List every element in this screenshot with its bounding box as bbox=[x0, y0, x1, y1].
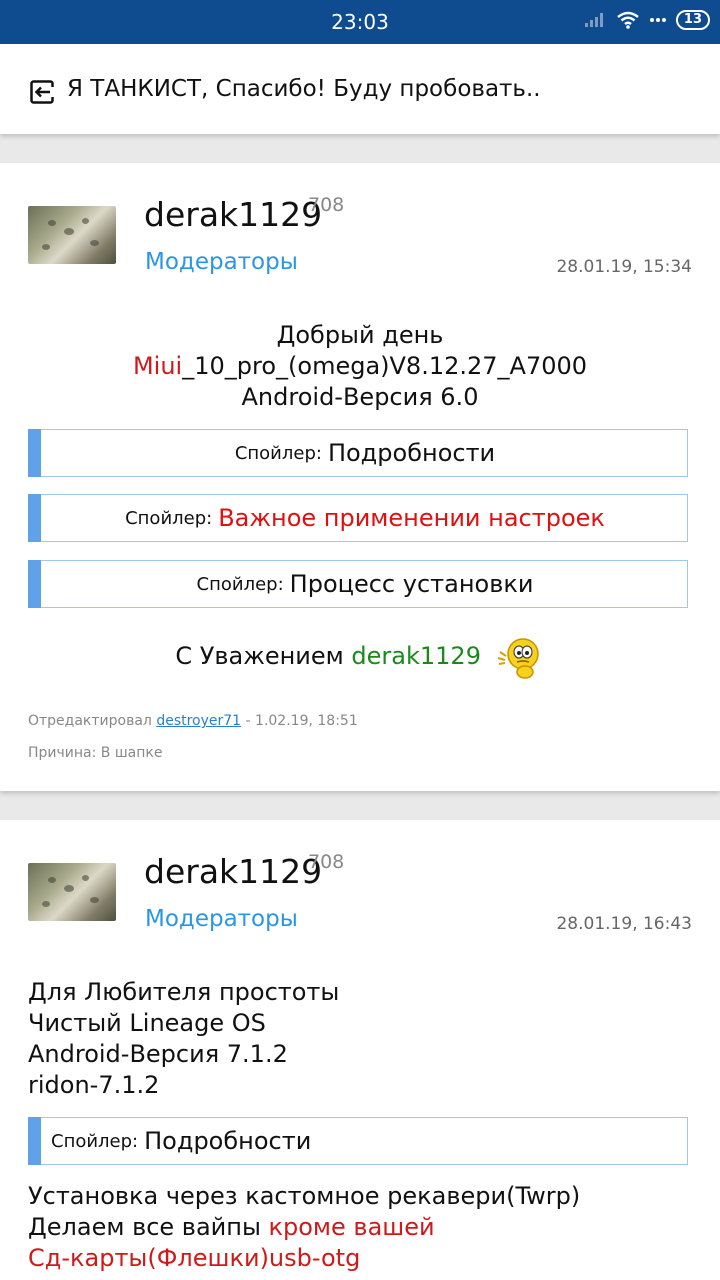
username[interactable]: derak1129 bbox=[144, 852, 322, 891]
greeting-line: Добрый день bbox=[276, 321, 444, 349]
edited-date: - 1.02.19, 18:51 bbox=[241, 713, 358, 729]
edited-note: Отредактировал destroyer71 - 1.02.19, 18… bbox=[28, 713, 358, 729]
post-body: Добрый день Miui_10_pro_(omega)V8.12.27_… bbox=[0, 320, 720, 413]
signature-line: С Уважением derak1129 bbox=[0, 634, 720, 680]
regards-name: derak1129 bbox=[351, 642, 481, 670]
spoiler-prefix: Спойлер: bbox=[234, 442, 322, 464]
spoiler-prefix: Спойлер: bbox=[125, 507, 213, 529]
status-icons: 13 bbox=[584, 10, 710, 30]
wipe-line: Делаем все вайпы кроме вашей bbox=[28, 1212, 580, 1243]
spoiler-title: Важное применении настроек bbox=[218, 504, 605, 532]
spoiler-title: Подробности bbox=[327, 439, 496, 467]
user-group: Модераторы bbox=[145, 906, 298, 932]
exit-icon[interactable] bbox=[30, 80, 56, 104]
firmware-brand: Miui bbox=[132, 352, 183, 380]
username[interactable]: derak1129 bbox=[144, 195, 322, 234]
editor-link[interactable]: destroyer71 bbox=[156, 713, 241, 729]
signal-icon bbox=[584, 13, 603, 27]
battery-indicator: 13 bbox=[675, 10, 710, 30]
status-bar: 23:03 13 bbox=[0, 0, 720, 44]
quote-bar[interactable]: Я ТАНКИСТ, Спасибо! Буду пробовать.. bbox=[0, 44, 720, 134]
avatar[interactable] bbox=[28, 206, 116, 264]
quote-text: Я ТАНКИСТ, Спасибо! Буду пробовать.. bbox=[67, 76, 541, 102]
more-dots-icon bbox=[649, 18, 666, 22]
regards-text: С Уважением bbox=[175, 642, 344, 670]
install-instructions: Установка через кастомное рекавери(Twrp)… bbox=[28, 1181, 580, 1274]
post-card: derak1129 708 Модераторы 28.01.19, 16:43… bbox=[0, 820, 720, 1280]
android-version-line: Android-Версия 6.0 bbox=[241, 383, 479, 411]
wifi-icon bbox=[617, 11, 639, 29]
reputation: 708 bbox=[308, 194, 345, 216]
spoiler-details[interactable]: Спойлер: Подробности bbox=[28, 1117, 688, 1165]
spoiler-prefix: Спойлер: bbox=[51, 1130, 139, 1152]
wipe-text: Делаем все вайпы bbox=[28, 1213, 269, 1241]
firmware-line: Miui_10_pro_(omega)V8.12.27_A7000 bbox=[0, 351, 720, 382]
spoiler-prefix: Спойлер: bbox=[196, 573, 284, 595]
avatar[interactable] bbox=[28, 863, 116, 921]
spoiler-title: Процесс установки bbox=[289, 570, 534, 598]
spoiler-important-settings[interactable]: Спойлер: Важное применении настроек bbox=[28, 494, 688, 542]
spoiler-install-process[interactable]: Спойлер: Процесс установки bbox=[28, 560, 688, 608]
edited-prefix: Отредактировал bbox=[28, 713, 152, 729]
spoiler-details[interactable]: Спойлер: Подробности bbox=[28, 429, 688, 477]
post-date: 28.01.19, 16:43 bbox=[556, 914, 692, 934]
firmware-version: _10_pro_(omega)V8.12.27_A7000 bbox=[182, 352, 588, 380]
sd-card-line: Сд-карты(Флешки)usb-otg bbox=[28, 1244, 361, 1272]
post-date: 28.01.19, 15:34 bbox=[556, 257, 692, 277]
post-card: derak1129 708 Модераторы 28.01.19, 15:34… bbox=[0, 163, 720, 791]
body-line: Для Любителя простоты bbox=[28, 978, 340, 1006]
edit-reason: Причина: В шапке bbox=[28, 745, 163, 761]
wipe-warning: кроме вашей bbox=[268, 1213, 435, 1241]
thinking-smiley-icon bbox=[497, 638, 539, 679]
body-line: Android-Версия 7.1.2 bbox=[28, 1040, 288, 1068]
reputation: 708 bbox=[308, 851, 345, 873]
install-line: Установка через кастомное рекавери(Twrp) bbox=[28, 1182, 581, 1210]
post-body: Для Любителя простоты Чистый Lineage OS … bbox=[28, 977, 339, 1101]
body-line: Чистый Lineage OS bbox=[28, 1009, 266, 1037]
body-line: ridon-7.1.2 bbox=[28, 1071, 160, 1099]
spoiler-title: Подробности bbox=[144, 1127, 312, 1155]
user-group: Модераторы bbox=[145, 249, 298, 275]
